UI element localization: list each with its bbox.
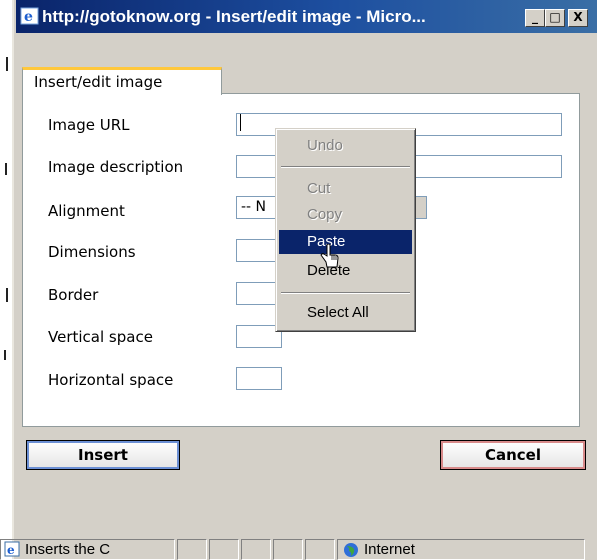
security-zone-cell: Internet (337, 539, 585, 560)
image-url-label: Image URL (48, 116, 130, 134)
menu-item-delete[interactable]: Delete (279, 259, 412, 283)
menu-item-copy[interactable]: Copy (279, 203, 412, 227)
page-icon: e (4, 541, 20, 557)
menu-item-select-all[interactable]: Select All (279, 301, 412, 325)
status-cell (177, 539, 207, 560)
menu-separator (281, 292, 410, 294)
status-cell (305, 539, 335, 560)
maximize-button[interactable]: □ (545, 9, 565, 27)
mouse-pointer-icon (320, 244, 339, 268)
border-label: Border (48, 286, 99, 304)
window-title: http://gotoknow.org - Insert/edit image … (42, 7, 426, 26)
minimize-button[interactable]: _ (525, 9, 545, 27)
status-bar: e Inserts the C Internet (0, 537, 585, 560)
horizontal-space-label: Horizontal space (48, 371, 174, 389)
menu-item-paste[interactable]: Paste (279, 230, 412, 254)
svg-text:e: e (24, 9, 33, 25)
vertical-space-label: Vertical space (48, 328, 153, 346)
menu-item-undo[interactable]: Undo (279, 134, 412, 158)
image-description-label: Image description (48, 158, 184, 176)
status-cell (241, 539, 271, 560)
dimensions-label: Dimensions (48, 243, 136, 261)
horizontal-space-input[interactable] (236, 367, 282, 390)
alignment-label: Alignment (48, 202, 125, 220)
text-caret (240, 114, 241, 131)
menu-item-cut[interactable]: Cut (279, 177, 412, 201)
status-cell (209, 539, 239, 560)
tab-insert-edit-image[interactable]: Insert/edit image (22, 67, 222, 95)
svg-text:e: e (7, 543, 15, 557)
globe-icon (344, 543, 358, 557)
title-bar[interactable]: e http://gotoknow.org - Insert/edit imag… (16, 0, 597, 33)
cancel-button[interactable]: Cancel (440, 440, 586, 470)
status-cell (273, 539, 303, 560)
internet-explorer-icon: e (20, 7, 39, 25)
close-button[interactable]: X (568, 9, 588, 27)
status-text: Inserts the C (25, 541, 111, 558)
context-menu: Undo Cut Copy Paste Delete Select All (275, 128, 416, 332)
zone-text: Internet (364, 541, 415, 558)
status-text-cell: e Inserts the C (0, 539, 175, 560)
insert-button[interactable]: Insert (26, 440, 180, 470)
menu-separator (281, 166, 410, 168)
